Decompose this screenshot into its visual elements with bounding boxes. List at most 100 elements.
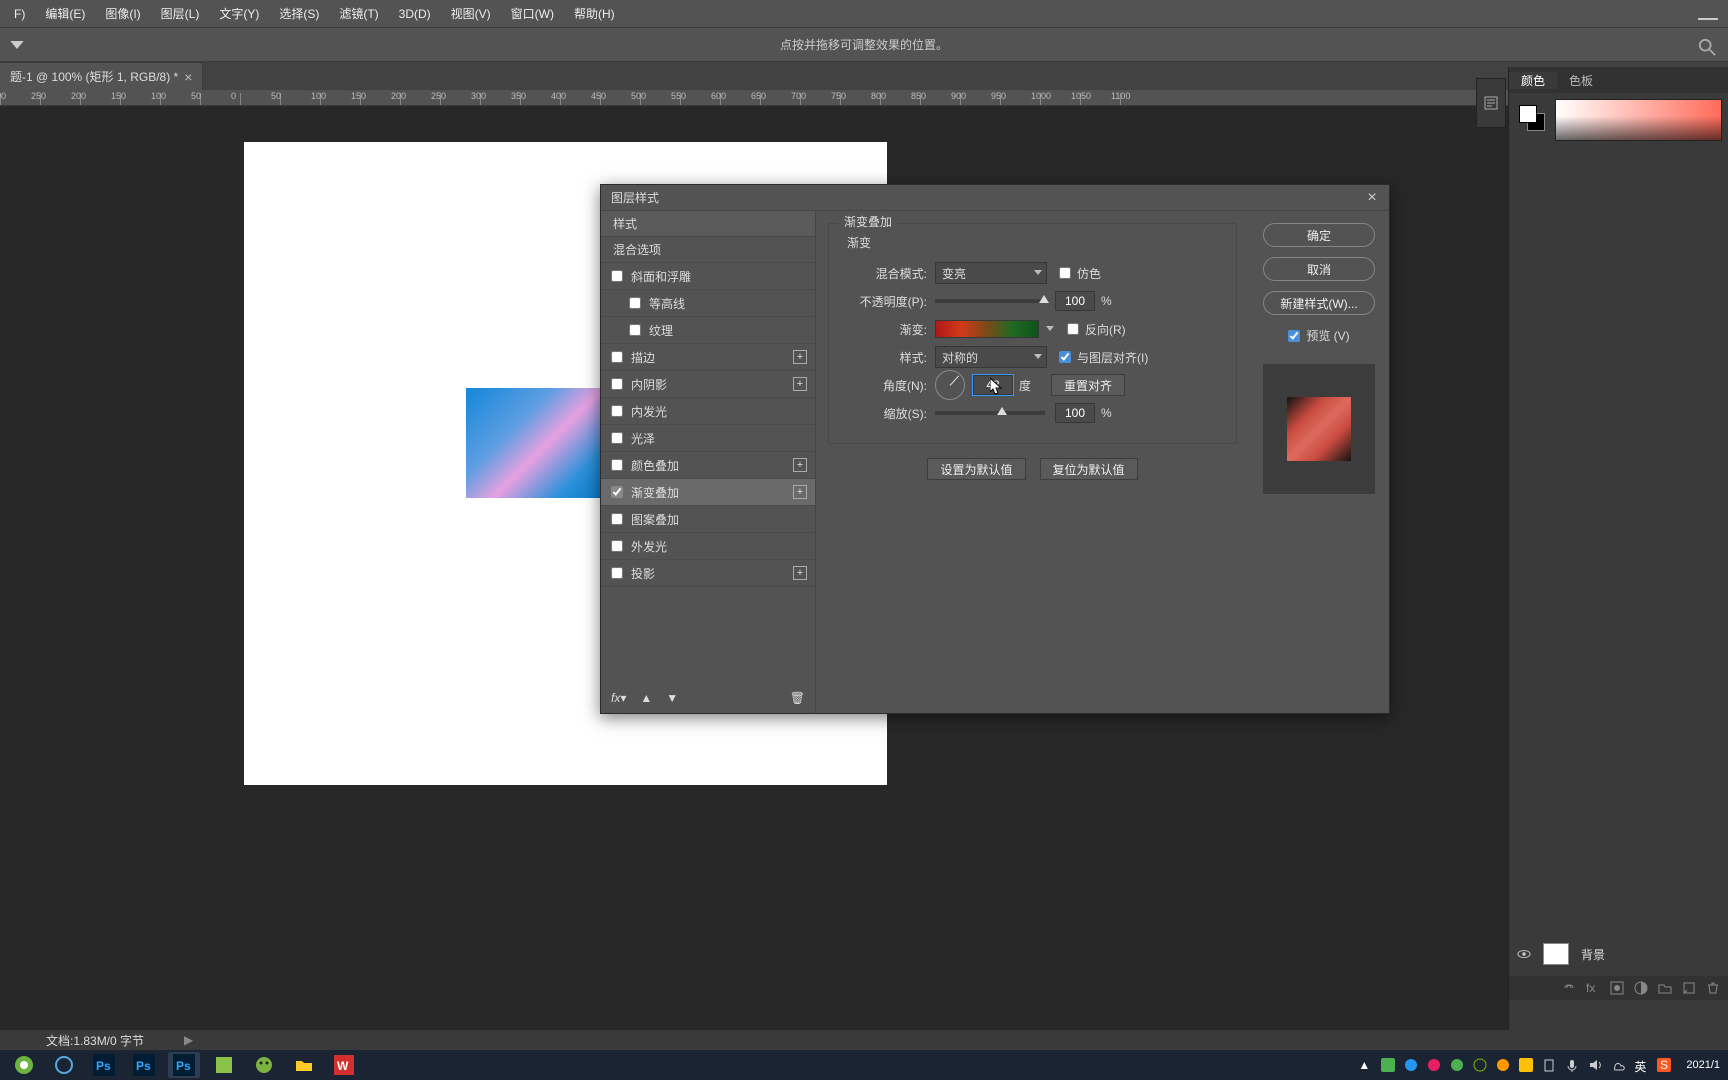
tray-sogou-icon[interactable]: S (1657, 1058, 1672, 1073)
group-icon[interactable] (1658, 981, 1672, 995)
menu-filter[interactable]: 滤镜(T) (329, 0, 388, 28)
effect-stroke[interactable]: 描边+ (601, 344, 815, 371)
menu-file[interactable]: F) (4, 0, 35, 28)
ps-icon-active[interactable]: Ps (168, 1052, 200, 1078)
close-tab-icon[interactable]: × (184, 70, 192, 84)
ok-button[interactable]: 确定 (1263, 223, 1375, 247)
effect-coloroverlay[interactable]: 颜色叠加+ (601, 452, 815, 479)
collapsed-panel-strip[interactable] (1476, 78, 1506, 128)
effect-innershadow-add-icon[interactable]: + (793, 377, 807, 391)
menu-window[interactable]: 窗口(W) (501, 0, 564, 28)
layer-thumbnail[interactable] (1543, 943, 1569, 965)
tray-app-3-icon[interactable] (1427, 1058, 1442, 1073)
effect-coloroverlay-add-icon[interactable]: + (793, 458, 807, 472)
effect-satin-checkbox[interactable] (611, 432, 623, 444)
trash-icon[interactable] (1706, 981, 1720, 995)
ps-icon-1[interactable]: Ps (88, 1052, 120, 1078)
effect-texture-checkbox[interactable] (629, 324, 641, 336)
effect-dropshadow-checkbox[interactable] (611, 567, 623, 579)
tray-nvidia-icon[interactable] (1473, 1058, 1488, 1073)
fx-up-icon[interactable]: ▲ (640, 691, 652, 705)
effect-bevel[interactable]: 斜面和浮雕 (601, 263, 815, 290)
ps-icon-2[interactable]: Ps (128, 1052, 160, 1078)
tray-app-6-icon[interactable] (1519, 1058, 1534, 1073)
menu-select[interactable]: 选择(S) (269, 0, 329, 28)
tool-options-dropdown-icon[interactable] (6, 34, 28, 56)
app-icon-green[interactable] (208, 1052, 240, 1078)
tray-onedrive-icon[interactable] (1611, 1058, 1626, 1073)
adjustment-layer-icon[interactable] (1634, 981, 1648, 995)
effect-patternoverlay[interactable]: 图案叠加 (601, 506, 815, 533)
tray-app-1-icon[interactable] (1381, 1058, 1396, 1073)
cancel-button[interactable]: 取消 (1263, 257, 1375, 281)
make-default-button[interactable]: 设置为默认值 (927, 458, 1025, 480)
opacity-input[interactable]: 100 (1055, 291, 1095, 311)
tab-swatches[interactable]: 色板 (1557, 72, 1605, 89)
rectangle-shape[interactable] (466, 388, 606, 498)
effect-gradientoverlay[interactable]: 渐变叠加+ (601, 479, 815, 506)
menu-type[interactable]: 文字(Y) (209, 0, 269, 28)
effect-innershadow[interactable]: 内阴影+ (601, 371, 815, 398)
layer-fx-icon[interactable]: fx (1586, 981, 1600, 995)
reverse-checkbox[interactable]: 反向(R) (1067, 321, 1126, 338)
window-minimize-icon[interactable] (1698, 6, 1718, 20)
fx-trash-icon[interactable]: 🗑 (790, 691, 805, 705)
effect-innerglow-checkbox[interactable] (611, 405, 623, 417)
menu-help[interactable]: 帮助(H) (564, 0, 625, 28)
tray-ime-icon[interactable]: 英 (1634, 1058, 1649, 1073)
explorer-icon[interactable] (288, 1052, 320, 1078)
menu-image[interactable]: 图像(I) (95, 0, 150, 28)
angle-input[interactable]: 48 (973, 375, 1013, 395)
layer-row-background[interactable]: 背景 (1509, 938, 1728, 970)
status-doc-info[interactable]: 文档:1.83M/0 字节 (46, 1032, 144, 1049)
new-style-button[interactable]: 新建样式(W)... (1263, 291, 1375, 315)
effect-dropshadow-add-icon[interactable]: + (793, 566, 807, 580)
scale-slider[interactable] (935, 411, 1045, 415)
fx-menu-icon[interactable]: fx▾ (611, 691, 626, 705)
history-icon[interactable] (1483, 95, 1499, 111)
wps-icon[interactable]: W (328, 1052, 360, 1078)
menu-3d[interactable]: 3D(D) (389, 0, 441, 28)
effect-contour[interactable]: 等高线 (601, 290, 815, 317)
new-layer-icon[interactable] (1682, 981, 1696, 995)
effect-coloroverlay-checkbox[interactable] (611, 459, 623, 471)
angle-dial[interactable] (935, 370, 965, 400)
effect-patternoverlay-checkbox[interactable] (611, 513, 623, 525)
menu-view[interactable]: 视图(V) (441, 0, 501, 28)
tray-mic-icon[interactable] (1565, 1058, 1580, 1073)
reset-align-button[interactable]: 重置对齐 (1051, 374, 1125, 396)
fx-down-icon[interactable]: ▼ (666, 691, 678, 705)
effect-outerglow[interactable]: 外发光 (601, 533, 815, 560)
reset-default-button[interactable]: 复位为默认值 (1040, 458, 1138, 480)
link-layers-icon[interactable] (1562, 981, 1576, 995)
effect-satin[interactable]: 光泽 (601, 425, 815, 452)
color-spectrum[interactable] (1555, 99, 1722, 141)
tray-up-icon[interactable]: ▲ (1358, 1058, 1373, 1073)
effects-header-blend[interactable]: 混合选项 (601, 237, 815, 263)
menu-edit[interactable]: 编辑(E) (35, 0, 95, 28)
dialog-titlebar[interactable]: 图层样式 (601, 185, 1389, 211)
tray-volume-icon[interactable] (1588, 1058, 1603, 1073)
document-tab[interactable]: 题-1 @ 100% (矩形 1, RGB/8) * × (0, 62, 203, 90)
effect-bevel-checkbox[interactable] (611, 270, 623, 282)
effect-innershadow-checkbox[interactable] (611, 378, 623, 390)
effect-dropshadow[interactable]: 投影+ (601, 560, 815, 587)
effect-gradientoverlay-add-icon[interactable]: + (793, 485, 807, 499)
effects-header-styles[interactable]: 样式 (601, 211, 815, 237)
effect-contour-checkbox[interactable] (629, 297, 641, 309)
dither-checkbox[interactable]: 仿色 (1059, 265, 1101, 282)
scale-input[interactable]: 100 (1055, 403, 1095, 423)
tray-app-5-icon[interactable] (1496, 1058, 1511, 1073)
opacity-slider[interactable] (935, 299, 1045, 303)
effect-texture[interactable]: 纹理 (601, 317, 815, 344)
align-checkbox[interactable]: 与图层对齐(I) (1059, 349, 1148, 366)
blend-mode-select[interactable]: 变亮 (935, 262, 1047, 284)
effect-outerglow-checkbox[interactable] (611, 540, 623, 552)
preview-checkbox[interactable]: 预览 (V) (1263, 327, 1375, 344)
fg-bg-swatch[interactable] (1519, 105, 1545, 131)
tab-color[interactable]: 颜色 (1509, 72, 1557, 89)
tray-app-4-icon[interactable] (1450, 1058, 1465, 1073)
dialog-close-icon[interactable]: × (1363, 189, 1381, 207)
tray-app-2-icon[interactable] (1404, 1058, 1419, 1073)
effect-stroke-add-icon[interactable]: + (793, 350, 807, 364)
